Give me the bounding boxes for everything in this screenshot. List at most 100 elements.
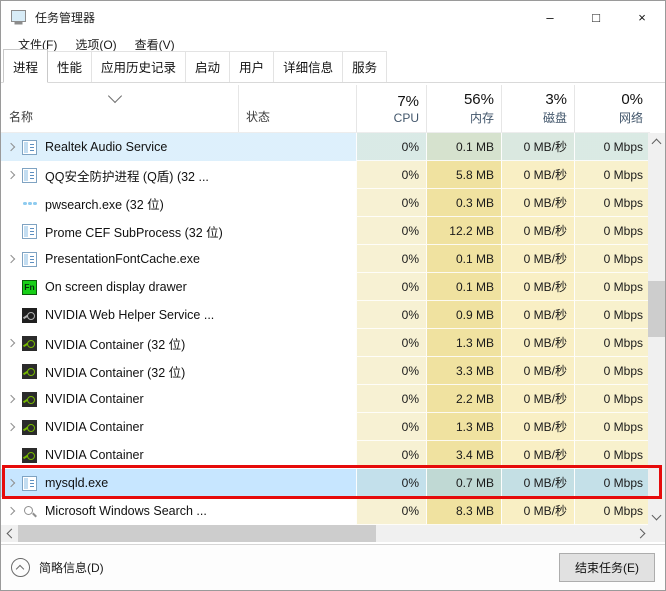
network-cell: 0 Mbps bbox=[574, 273, 650, 301]
memory-cell: 1.3 MB bbox=[426, 329, 501, 357]
expand-chevron-icon[interactable] bbox=[5, 252, 19, 266]
process-row[interactable]: PresentationFontCache.exe 0% 0.1 MB 0 MB… bbox=[1, 245, 650, 273]
cpu-cell: 0% bbox=[356, 329, 426, 357]
process-row[interactable]: NVIDIA Container (32 位) 0% 3.3 MB 0 MB/秒… bbox=[1, 357, 650, 385]
disk-cell: 0 MB/秒 bbox=[501, 217, 574, 245]
horizontal-scrollbar[interactable] bbox=[1, 525, 650, 542]
disk-cell: 0 MB/秒 bbox=[501, 161, 574, 189]
task-manager-icon bbox=[11, 10, 27, 25]
expand-chevron-icon bbox=[5, 364, 19, 378]
process-name: NVIDIA Container (32 位) bbox=[45, 362, 185, 381]
table-header: 名称 状态 7% CPU 56% 内存 3% 磁盘 0% 网络 bbox=[1, 85, 650, 133]
expand-chevron-icon[interactable] bbox=[5, 420, 19, 434]
memory-cell: 0.7 MB bbox=[426, 469, 501, 497]
process-row[interactable]: Prome CEF SubProcess (32 位) 0% 12.2 MB 0… bbox=[1, 217, 650, 245]
process-row[interactable]: NVIDIA Container 0% 1.3 MB 0 MB/秒 0 Mbps bbox=[1, 413, 650, 441]
memory-cell: 0.9 MB bbox=[426, 301, 501, 329]
column-header-cpu[interactable]: 7% CPU bbox=[356, 85, 426, 132]
name-cell: NVIDIA Container bbox=[1, 441, 238, 469]
disk-cell: 0 MB/秒 bbox=[501, 357, 574, 385]
chevron-down-icon bbox=[108, 89, 122, 103]
minimize-button[interactable]: – bbox=[527, 1, 573, 33]
app-window-icon bbox=[22, 224, 37, 239]
process-row[interactable]: Microsoft Windows Search ... 0% 8.3 MB 0… bbox=[1, 497, 650, 525]
disk-cell: 0 MB/秒 bbox=[501, 133, 574, 161]
expand-chevron-icon[interactable] bbox=[5, 168, 19, 182]
status-cell bbox=[238, 497, 356, 525]
network-cell: 0 Mbps bbox=[574, 161, 650, 189]
nvidia-icon bbox=[22, 364, 37, 379]
tab-services[interactable]: 服务 bbox=[342, 51, 387, 82]
expand-chevron-icon[interactable] bbox=[5, 336, 19, 350]
memory-cell: 3.4 MB bbox=[426, 441, 501, 469]
name-cell: mysqld.exe bbox=[1, 469, 238, 497]
memory-cell: 5.8 MB bbox=[426, 161, 501, 189]
column-header-name[interactable]: 名称 bbox=[1, 85, 238, 132]
scroll-left-arrow-icon[interactable] bbox=[1, 525, 18, 542]
process-row[interactable]: NVIDIA Web Helper Service ... 0% 0.9 MB … bbox=[1, 301, 650, 329]
process-name: QQ安全防护进程 (Q盾) (32 ... bbox=[45, 166, 209, 185]
status-cell bbox=[238, 441, 356, 469]
disk-cell: 0 MB/秒 bbox=[501, 497, 574, 525]
close-button[interactable]: × bbox=[619, 1, 665, 33]
process-row[interactable]: mysqld.exe 0% 0.7 MB 0 MB/秒 0 Mbps bbox=[1, 469, 650, 497]
process-name: pwsearch.exe (32 位) bbox=[45, 194, 164, 213]
status-cell bbox=[238, 385, 356, 413]
process-name: PresentationFontCache.exe bbox=[45, 252, 200, 266]
nvidia-icon bbox=[22, 448, 37, 463]
column-header-memory[interactable]: 56% 内存 bbox=[426, 85, 501, 132]
vertical-scrollbar-thumb[interactable] bbox=[648, 281, 665, 337]
process-row[interactable]: QQ安全防护进程 (Q盾) (32 ... 0% 5.8 MB 0 MB/秒 0… bbox=[1, 161, 650, 189]
process-list: Realtek Audio Service 0% 0.1 MB 0 MB/秒 0… bbox=[1, 133, 650, 525]
name-cell: NVIDIA Container (32 位) bbox=[1, 357, 238, 385]
horizontal-scrollbar-thumb[interactable] bbox=[18, 525, 376, 542]
process-row[interactable]: NVIDIA Container 0% 2.2 MB 0 MB/秒 0 Mbps bbox=[1, 385, 650, 413]
column-header-network[interactable]: 0% 网络 bbox=[574, 85, 650, 132]
end-task-button[interactable]: 结束任务(E) bbox=[559, 553, 655, 582]
network-total-percent: 0% bbox=[621, 91, 643, 108]
disk-cell: 0 MB/秒 bbox=[501, 189, 574, 217]
cpu-cell: 0% bbox=[356, 189, 426, 217]
status-cell bbox=[238, 133, 356, 161]
cpu-cell: 0% bbox=[356, 497, 426, 525]
tab-users[interactable]: 用户 bbox=[229, 51, 274, 82]
tab-startup[interactable]: 启动 bbox=[185, 51, 230, 82]
cpu-cell: 0% bbox=[356, 161, 426, 189]
expand-chevron-icon[interactable] bbox=[5, 140, 19, 154]
process-row[interactable]: pwsearch.exe (32 位) 0% 0.3 MB 0 MB/秒 0 M… bbox=[1, 189, 650, 217]
network-cell: 0 Mbps bbox=[574, 189, 650, 217]
disk-cell: 0 MB/秒 bbox=[501, 385, 574, 413]
cpu-cell: 0% bbox=[356, 441, 426, 469]
network-cell: 0 Mbps bbox=[574, 385, 650, 413]
expand-chevron-icon bbox=[5, 308, 19, 322]
vertical-scrollbar[interactable] bbox=[648, 133, 665, 525]
process-name: NVIDIA Container (32 位) bbox=[45, 334, 185, 353]
name-cell: NVIDIA Web Helper Service ... bbox=[1, 301, 238, 329]
tab-details[interactable]: 详细信息 bbox=[273, 51, 343, 82]
expand-chevron-icon[interactable] bbox=[5, 476, 19, 490]
network-cell: 0 Mbps bbox=[574, 357, 650, 385]
network-cell: 0 Mbps bbox=[574, 329, 650, 357]
process-row[interactable]: Fn On screen display drawer 0% 0.1 MB 0 … bbox=[1, 273, 650, 301]
process-row[interactable]: NVIDIA Container (32 位) 0% 1.3 MB 0 MB/秒… bbox=[1, 329, 650, 357]
expand-chevron-icon[interactable] bbox=[5, 392, 19, 406]
tab-app-history[interactable]: 应用历史记录 bbox=[91, 51, 186, 82]
scroll-up-arrow-icon[interactable] bbox=[648, 133, 665, 150]
name-cell: Microsoft Windows Search ... bbox=[1, 497, 238, 525]
search-icon bbox=[22, 504, 37, 519]
cpu-cell: 0% bbox=[356, 245, 426, 273]
network-cell: 0 Mbps bbox=[574, 497, 650, 525]
expand-chevron-icon[interactable] bbox=[5, 504, 19, 518]
dots-icon bbox=[22, 196, 37, 211]
maximize-button[interactable]: □ bbox=[573, 1, 619, 33]
disk-cell: 0 MB/秒 bbox=[501, 301, 574, 329]
tab-processes[interactable]: 进程 bbox=[3, 49, 48, 83]
fewer-details-toggle[interactable]: 简略信息(D) bbox=[11, 558, 104, 577]
process-row[interactable]: Realtek Audio Service 0% 0.1 MB 0 MB/秒 0… bbox=[1, 133, 650, 161]
column-header-disk[interactable]: 3% 磁盘 bbox=[501, 85, 574, 132]
scroll-down-arrow-icon[interactable] bbox=[648, 508, 665, 525]
status-cell bbox=[238, 245, 356, 273]
column-header-status[interactable]: 状态 bbox=[238, 85, 356, 132]
process-row[interactable]: NVIDIA Container 0% 3.4 MB 0 MB/秒 0 Mbps bbox=[1, 441, 650, 469]
tab-performance[interactable]: 性能 bbox=[47, 51, 92, 82]
